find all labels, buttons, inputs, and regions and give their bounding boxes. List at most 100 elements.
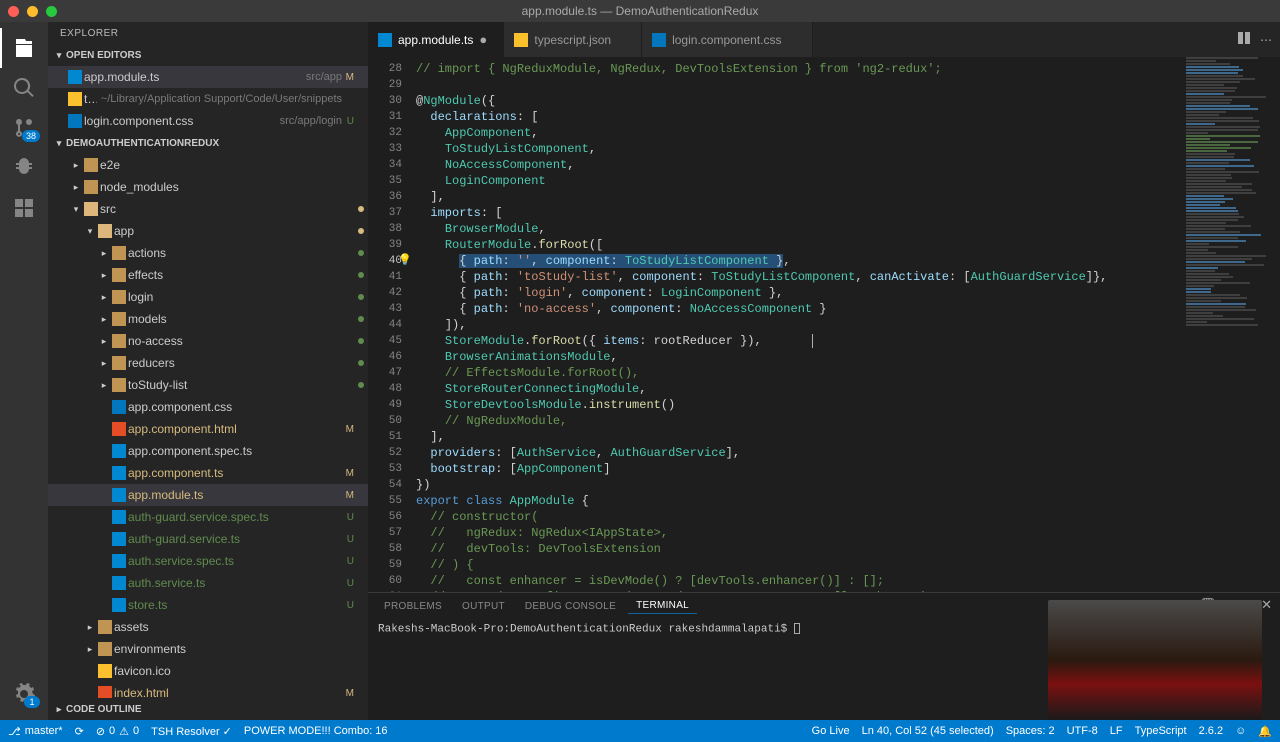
go-live-status[interactable]: Go Live (812, 725, 850, 738)
file-item[interactable]: app.component.tsM (48, 462, 368, 484)
code-line[interactable]: // devTools: DevToolsExtension (416, 541, 1280, 557)
code-line[interactable]: // const enhancer = isDevMode() ? [devTo… (416, 573, 1280, 589)
folder-item[interactable]: ▸ actions (48, 242, 368, 264)
file-item[interactable]: auth-guard.service.spec.tsU (48, 506, 368, 528)
git-branch-status[interactable]: ⎇ master* (8, 725, 63, 738)
folder-item[interactable]: ▸ e2e (48, 154, 368, 176)
folder-item[interactable]: ▸ toStudy-list (48, 374, 368, 396)
folder-item[interactable]: ▸ assets (48, 616, 368, 638)
code-line[interactable]: BrowserAnimationsModule, (416, 349, 1280, 365)
code-line[interactable]: // NgReduxModule, (416, 413, 1280, 429)
code-line[interactable]: StoreModule.forRoot({ items: rootReducer… (416, 333, 1280, 349)
window-maximize-button[interactable] (46, 6, 57, 17)
open-editor-item[interactable]: login.component.css src/app/login U (48, 110, 368, 132)
extensions-activity-icon[interactable] (0, 188, 48, 228)
indentation-status[interactable]: Spaces: 2 (1006, 725, 1055, 738)
file-item[interactable]: app.component.css (48, 396, 368, 418)
code-line[interactable]: BrowserModule, (416, 221, 1280, 237)
file-item[interactable]: favicon.ico (48, 660, 368, 682)
code-line[interactable]: // ngRedux.configureStore(rootReducer, I… (416, 589, 1280, 592)
feedback-status[interactable]: ☺ (1235, 725, 1246, 738)
code-line[interactable]: StoreRouterConnectingModule, (416, 381, 1280, 397)
panel-close-icon[interactable]: ✕ (1261, 597, 1272, 616)
file-item[interactable]: auth.service.spec.tsU (48, 550, 368, 572)
code-line[interactable]: providers: [AuthService, AuthGuardServic… (416, 445, 1280, 461)
file-item[interactable]: auth.service.tsU (48, 572, 368, 594)
search-activity-icon[interactable] (0, 68, 48, 108)
code-line[interactable]: ToStudyListComponent, (416, 141, 1280, 157)
lightbulb-icon[interactable]: 💡 (398, 253, 412, 269)
folder-item[interactable]: ▸ login (48, 286, 368, 308)
code-line[interactable]: 💡 { path: '', component: ToStudyListComp… (416, 253, 1280, 269)
code-line[interactable]: // import { NgReduxModule, NgRedux, DevT… (416, 61, 1280, 77)
language-status[interactable]: TypeScript (1135, 725, 1187, 738)
eol-status[interactable]: LF (1110, 725, 1123, 738)
explorer-activity-icon[interactable] (0, 28, 48, 68)
cursor-position-status[interactable]: Ln 40, Col 52 (45 selected) (862, 725, 994, 738)
problems-status[interactable]: ⊘0 ⚠0 (96, 725, 139, 738)
file-item[interactable]: app.component.htmlM (48, 418, 368, 440)
file-item[interactable]: auth-guard.service.tsU (48, 528, 368, 550)
folder-item[interactable]: ▸ node_modules (48, 176, 368, 198)
editor-body[interactable]: 2829303132333435363738394041424344454647… (368, 57, 1280, 592)
split-editor-icon[interactable] (1236, 30, 1252, 49)
panel-tab[interactable]: DEBUG CONSOLE (517, 599, 624, 614)
code-line[interactable]: ], (416, 429, 1280, 445)
code-line[interactable]: ]), (416, 317, 1280, 333)
code-line[interactable]: LoginComponent (416, 173, 1280, 189)
code-line[interactable]: StoreDevtoolsModule.instrument() (416, 397, 1280, 413)
code-line[interactable]: // ngRedux: NgRedux<IAppState>, (416, 525, 1280, 541)
project-header[interactable]: ▾ DEMOAUTHENTICATIONREDUX (48, 132, 368, 154)
minimap[interactable] (1180, 57, 1280, 577)
file-item[interactable]: store.tsU (48, 594, 368, 616)
code-line[interactable]: RouterModule.forRoot([ (416, 237, 1280, 253)
code-line[interactable]: NoAccessComponent, (416, 157, 1280, 173)
file-item[interactable]: app.module.tsM (48, 484, 368, 506)
open-editors-header[interactable]: ▾ OPEN EDITORS (48, 44, 368, 66)
open-editor-item[interactable]: app.module.ts src/app M (48, 66, 368, 88)
outline-header[interactable]: ▸ CODE OUTLINE (48, 698, 368, 720)
folder-item[interactable]: ▸ effects (48, 264, 368, 286)
code-line[interactable]: { path: 'login', component: LoginCompone… (416, 285, 1280, 301)
editor-tab[interactable]: typescript.json (504, 22, 642, 57)
encoding-status[interactable]: UTF-8 (1067, 725, 1098, 738)
code-line[interactable]: { path: 'toStudy-list', component: ToStu… (416, 269, 1280, 285)
folder-item[interactable]: ▸ models (48, 308, 368, 330)
ts-version-status[interactable]: 2.6.2 (1199, 725, 1223, 738)
editor-tab[interactable]: login.component.css (642, 22, 812, 57)
panel-tab[interactable]: PROBLEMS (376, 599, 450, 614)
window-close-button[interactable] (8, 6, 19, 17)
tab-close-icon[interactable]: ● (479, 32, 493, 47)
code-line[interactable]: @NgModule({ (416, 93, 1280, 109)
code-line[interactable]: { path: 'no-access', component: NoAccess… (416, 301, 1280, 317)
code-line[interactable]: bootstrap: [AppComponent] (416, 461, 1280, 477)
panel-tab[interactable]: OUTPUT (454, 599, 513, 614)
code-line[interactable]: imports: [ (416, 205, 1280, 221)
folder-item[interactable]: ▸ no-access (48, 330, 368, 352)
file-item[interactable]: index.htmlM (48, 682, 368, 698)
debug-activity-icon[interactable] (0, 148, 48, 188)
open-editor-item[interactable]: typescript.json ~/Library/Application Su… (48, 88, 368, 110)
editor-tab[interactable]: app.module.ts ● (368, 22, 504, 57)
folder-item[interactable]: ▸ environments (48, 638, 368, 660)
folder-item[interactable]: ▾ src (48, 198, 368, 220)
code-line[interactable]: ], (416, 189, 1280, 205)
scm-activity-icon[interactable]: 38 (0, 108, 48, 148)
code-line[interactable]: }) (416, 477, 1280, 493)
code-line[interactable]: export class AppModule { (416, 493, 1280, 509)
settings-activity-icon[interactable]: 1 (0, 674, 48, 714)
panel-tab[interactable]: TERMINAL (628, 598, 697, 614)
folder-item[interactable]: ▾ app (48, 220, 368, 242)
code-content[interactable]: // import { NgReduxModule, NgRedux, DevT… (416, 57, 1280, 592)
code-line[interactable]: AppComponent, (416, 125, 1280, 141)
tslint-status[interactable]: TSH Resolver ✓ (151, 725, 232, 738)
sync-status[interactable]: ⟳ (75, 725, 84, 738)
notifications-icon[interactable]: 🔔 (1258, 725, 1272, 738)
power-mode-status[interactable]: POWER MODE!!! Combo: 16 (244, 725, 388, 737)
code-line[interactable]: // ) { (416, 557, 1280, 573)
folder-item[interactable]: ▸ reducers (48, 352, 368, 374)
file-item[interactable]: app.component.spec.ts (48, 440, 368, 462)
code-line[interactable] (416, 77, 1280, 93)
more-actions-icon[interactable]: ⋯ (1260, 33, 1272, 47)
code-line[interactable]: // EffectsModule.forRoot(), (416, 365, 1280, 381)
